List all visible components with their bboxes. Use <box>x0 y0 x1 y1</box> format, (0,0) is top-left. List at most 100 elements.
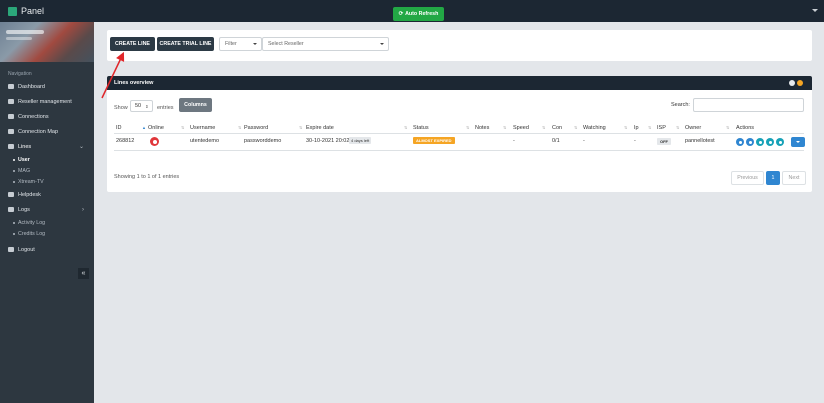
pagination-page-1[interactable]: 1 <box>766 171 780 185</box>
column-header-id[interactable]: ID <box>116 125 122 131</box>
sidebar-subitem-mag[interactable]: MAG <box>0 165 94 176</box>
column-header-online[interactable]: Online <box>148 125 164 131</box>
download-icon[interactable] <box>766 138 774 146</box>
lines-overview-header: Lines overview <box>107 76 812 90</box>
column-header-speed[interactable]: Speed <box>513 125 529 131</box>
column-header-actions: Actions <box>736 125 755 131</box>
column-header-isp[interactable]: ISP <box>657 125 666 131</box>
lines-overview-card: Lines overview <box>107 76 812 192</box>
column-header-expire-date[interactable]: Expire date <box>306 125 334 131</box>
logs-icon <box>8 207 14 212</box>
nav-heading: Navigation <box>8 71 32 77</box>
sidebar-item-label: Connections <box>18 113 49 120</box>
sort-icon: ⇅ <box>181 125 185 130</box>
filter-select[interactable]: Filter <box>219 37 262 51</box>
column-header-owner[interactable]: Owner <box>685 125 701 131</box>
card-title: Lines overview <box>114 80 154 86</box>
sidebar-item-logs[interactable]: Logs › <box>0 202 94 217</box>
auto-refresh-button[interactable]: ⟳ Auto Refresh <box>393 7 444 21</box>
sort-updown-icon: ⇕ <box>145 103 149 109</box>
sidebar-item-label: Lines <box>18 143 32 150</box>
days-left-badge: 4 days left <box>349 137 372 144</box>
sidebar-subitem-label: User <box>18 156 30 163</box>
helpdesk-icon <box>8 192 14 197</box>
bullet-icon <box>13 158 15 161</box>
reload-card-icon[interactable] <box>797 80 803 86</box>
search-input[interactable] <box>693 98 804 112</box>
sort-icon: ⇅ <box>299 125 303 130</box>
column-header-username[interactable]: Username <box>190 125 215 131</box>
table-row-divider <box>114 150 804 151</box>
sidebar-item-reseller-management[interactable]: Reseller management <box>0 94 94 109</box>
sidebar-subitem-label: MAG <box>18 167 31 174</box>
app-title: Panel <box>21 6 45 16</box>
sidebar-subitem-xtream-tv[interactable]: Xtream-TV <box>0 176 94 187</box>
pagination-previous[interactable]: Previous <box>731 171 764 185</box>
sidebar-item-logout[interactable]: Logout <box>0 242 94 257</box>
users-icon <box>8 99 14 104</box>
panel-logo-icon <box>8 6 17 16</box>
cell-ip: - <box>634 138 636 144</box>
columns-button[interactable]: Columns <box>179 98 212 112</box>
reseller-select[interactable]: Select Reseller <box>262 37 389 51</box>
page-length-value: 50 <box>135 103 142 109</box>
sidebar-subitem-credits-log[interactable]: Credits Log <box>0 228 94 239</box>
collapse-card-icon[interactable] <box>789 80 795 86</box>
toolbar-card: CREATE LINE CREATE TRIAL LINE Filter Sel… <box>107 30 812 61</box>
sidebar-subitem-label: Credits Log <box>18 230 46 237</box>
isp-badge: OFF <box>657 138 671 145</box>
pagination-next[interactable]: Next <box>782 171 806 185</box>
connections-icon <box>8 114 14 119</box>
sidebar: Navigation Dashboard Reseller management… <box>0 22 94 403</box>
bullet-icon <box>13 221 15 224</box>
status-badge: ALMOST EXPIRED <box>413 137 455 144</box>
renew-icon[interactable] <box>756 138 764 146</box>
view-icon[interactable] <box>746 138 754 146</box>
sidebar-subitem-activity-log[interactable]: Activity Log <box>0 217 94 228</box>
column-header-con[interactable]: Con <box>552 125 562 131</box>
edit-icon[interactable] <box>736 138 744 146</box>
create-line-button[interactable]: CREATE LINE <box>110 37 155 51</box>
create-trial-line-button[interactable]: CREATE TRIAL LINE <box>157 37 214 51</box>
sort-icon: ⇅ <box>542 125 546 130</box>
page-length-select[interactable]: 50 ⇕ <box>130 100 153 112</box>
user-menu-chevron-icon[interactable] <box>812 9 818 12</box>
user-profile-banner <box>0 22 94 62</box>
column-header-status[interactable]: Status <box>413 125 429 131</box>
chevron-down-icon <box>380 43 384 45</box>
sidebar-subitem-user[interactable]: User <box>0 154 94 165</box>
sidebar-item-dashboard[interactable]: Dashboard <box>0 79 94 94</box>
sidebar-subitem-label: Activity Log <box>18 219 46 226</box>
sort-icon: ⇅ <box>503 125 507 130</box>
bullet-icon <box>13 180 15 183</box>
column-header-notes[interactable]: Notes <box>475 125 489 131</box>
sidebar-item-label: Dashboard <box>18 83 45 90</box>
sidebar-item-connection-map[interactable]: Connection Map <box>0 124 94 139</box>
sort-asc-icon: ▲ <box>142 125 146 130</box>
chevron-down-icon: ⌄ <box>78 144 84 150</box>
actions-dropdown-button[interactable] <box>791 137 805 147</box>
cell-con: 0/1 <box>552 138 560 144</box>
sort-icon: ⇅ <box>574 125 578 130</box>
info-icon[interactable] <box>776 138 784 146</box>
sort-icon: ⇅ <box>238 125 242 130</box>
profile-name-blurred <box>6 30 44 34</box>
map-icon <box>8 129 14 134</box>
offline-status-icon <box>150 137 159 146</box>
sort-icon: ⇅ <box>466 125 470 130</box>
refresh-icon: ⟳ <box>398 11 404 17</box>
column-header-password[interactable]: Password <box>244 125 268 131</box>
filter-select-value: Filter <box>225 41 237 47</box>
sidebar-collapse-button[interactable]: « <box>78 268 89 279</box>
reseller-select-value: Select Reseller <box>268 41 304 47</box>
column-header-ip[interactable]: Ip <box>634 125 639 131</box>
column-header-watching[interactable]: Watching <box>583 125 606 131</box>
sidebar-subitem-label: Xtream-TV <box>18 178 44 185</box>
dashboard-icon <box>8 84 14 89</box>
sidebar-item-helpdesk[interactable]: Helpdesk <box>0 187 94 202</box>
sidebar-item-connections[interactable]: Connections <box>0 109 94 124</box>
profile-role-blurred <box>6 37 32 40</box>
sidebar-item-label: Reseller management <box>18 98 72 105</box>
sidebar-item-lines[interactable]: Lines ⌄ <box>0 139 94 154</box>
bullet-icon <box>13 169 15 172</box>
